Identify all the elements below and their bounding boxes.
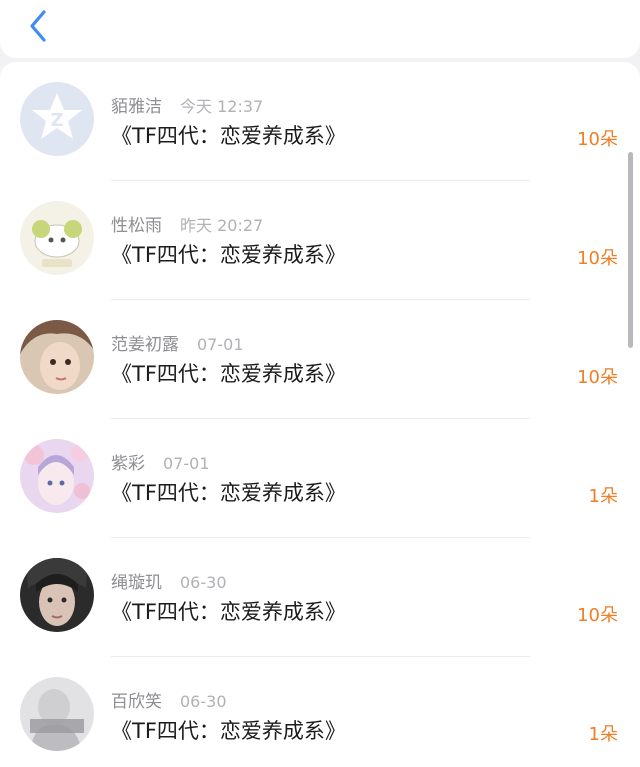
flower-count: 10朵: [577, 367, 618, 388]
portrait-avatar[interactable]: [20, 558, 94, 632]
chevron-left-icon: [30, 10, 46, 42]
timestamp: 07-01: [163, 454, 210, 473]
sender-name: 百欣笑: [111, 692, 162, 712]
flower-count: 1朵: [588, 724, 618, 745]
list-item[interactable]: 紫彩 07-01 《TF四代：恋爱养成系》 1朵: [0, 419, 640, 538]
sender-name: 紫彩: [111, 454, 145, 474]
timestamp: 今天 12:37: [180, 97, 264, 116]
svg-text:Z: Z: [50, 110, 63, 131]
gift-list: Z 貊雅洁 今天 12:37 《TF四代：恋爱养成系》 10朵 性松雨 昨天 2…: [0, 62, 640, 767]
list-item[interactable]: 范姜初露 07-01 《TF四代：恋爱养成系》 10朵: [0, 300, 640, 419]
timestamp: 07-01: [197, 335, 244, 354]
qzone-default-avatar[interactable]: Z: [20, 82, 94, 156]
flower-count: 1朵: [588, 486, 618, 507]
flower-count: 10朵: [577, 605, 618, 626]
selfie-avatar[interactable]: [20, 320, 94, 394]
timestamp: 昨天 20:27: [180, 216, 264, 235]
cartoon-avatar[interactable]: [20, 201, 94, 275]
book-title: 《TF四代：恋爱养成系》: [111, 243, 346, 267]
book-title: 《TF四代：恋爱养成系》: [111, 600, 346, 624]
photo-avatar[interactable]: [20, 677, 94, 751]
list-item[interactable]: 百欣笑 06-30 《TF四代：恋爱养成系》 1朵: [0, 657, 640, 767]
book-title: 《TF四代：恋爱养成系》: [111, 362, 346, 386]
flower-count: 10朵: [577, 129, 618, 150]
list-item[interactable]: 性松雨 昨天 20:27 《TF四代：恋爱养成系》 10朵: [0, 181, 640, 300]
sender-name: 貊雅洁: [111, 97, 162, 117]
scrollbar[interactable]: [628, 152, 633, 348]
back-button[interactable]: [18, 6, 58, 46]
anime-avatar[interactable]: [20, 439, 94, 513]
flower-count: 10朵: [577, 248, 618, 269]
sender-name: 范姜初露: [111, 335, 179, 355]
book-title: 《TF四代：恋爱养成系》: [111, 719, 346, 743]
list-item[interactable]: Z 貊雅洁 今天 12:37 《TF四代：恋爱养成系》 10朵: [0, 62, 640, 181]
timestamp: 06-30: [180, 573, 227, 592]
top-bar: [0, 0, 640, 58]
book-title: 《TF四代：恋爱养成系》: [111, 481, 346, 505]
list-item[interactable]: 绳璇玑 06-30 《TF四代：恋爱养成系》 10朵: [0, 538, 640, 657]
sender-name: 性松雨: [111, 216, 162, 236]
sender-name: 绳璇玑: [111, 573, 162, 593]
book-title: 《TF四代：恋爱养成系》: [111, 124, 346, 148]
timestamp: 06-30: [180, 692, 227, 711]
